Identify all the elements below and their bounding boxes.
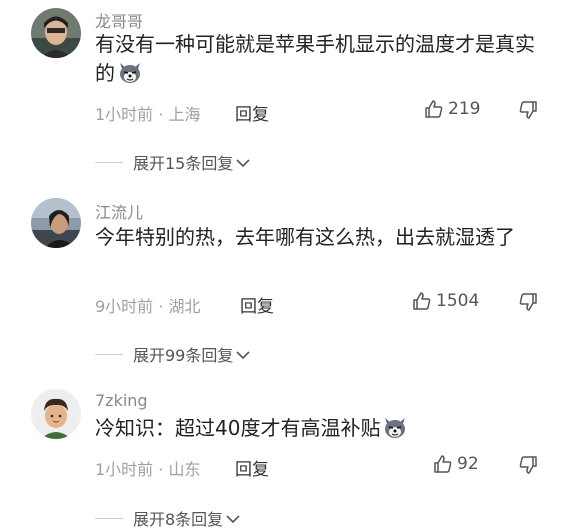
divider-line — [95, 517, 123, 519]
avatar[interactable] — [31, 389, 81, 439]
comment-text-body: 今年特别的热，去年哪有这么热，出去就湿透了 — [95, 225, 515, 249]
chevron-down-icon — [226, 509, 240, 528]
comment-meta: 1小时前 · 上海 — [95, 105, 201, 124]
expand-replies-button[interactable]: 展开15条回复 — [95, 150, 250, 174]
avatar[interactable] — [31, 8, 81, 58]
dislike-button[interactable] — [518, 100, 538, 120]
expand-replies-button[interactable]: 展开99条回复 — [95, 342, 250, 366]
dislike-button[interactable] — [518, 455, 538, 475]
like-button[interactable]: 1504 — [412, 291, 479, 311]
avatar[interactable] — [31, 198, 81, 248]
reply-button[interactable]: 回复 — [240, 292, 274, 317]
like-button[interactable]: 219 — [424, 99, 480, 119]
thumbs-up-icon — [424, 99, 444, 119]
dog-emoji-icon — [382, 414, 408, 440]
thumbs-up-icon — [412, 291, 432, 311]
like-count: 1504 — [436, 291, 480, 311]
divider-line — [95, 161, 123, 163]
like-count: 219 — [448, 99, 481, 119]
chevron-down-icon — [236, 345, 250, 364]
expand-replies-label: 展开15条回复 — [133, 154, 234, 173]
username[interactable]: 江流儿 — [95, 199, 143, 223]
like-button[interactable]: 92 — [433, 454, 479, 474]
username[interactable]: 7zking — [95, 391, 148, 410]
like-count: 92 — [457, 454, 479, 474]
expand-replies-button[interactable]: 展开8条回复 — [95, 506, 240, 530]
reply-button[interactable]: 回复 — [235, 100, 269, 125]
comment-meta: 1小时前 · 山东 — [95, 460, 201, 479]
comment-text: 今年特别的热，去年哪有这么热，出去就湿透了 — [95, 223, 540, 252]
comment-text: 有没有一种可能就是苹果手机显示的温度才是真实的 — [95, 30, 540, 88]
username[interactable]: 龙哥哥 — [95, 8, 143, 32]
reply-button[interactable]: 回复 — [235, 455, 269, 480]
thumbs-up-icon — [433, 454, 453, 474]
comment-text-body: 有没有一种可能就是苹果手机显示的温度才是真实的 — [95, 32, 535, 85]
thumbs-down-icon — [518, 455, 538, 475]
expand-replies-label: 展开8条回复 — [133, 510, 224, 529]
thumbs-down-icon — [518, 292, 538, 312]
chevron-down-icon — [236, 153, 250, 172]
comment-text-body: 冷知识：超过40度才有高温补贴 — [95, 416, 381, 440]
divider-line — [95, 353, 123, 355]
thumbs-down-icon — [518, 100, 538, 120]
dislike-button[interactable] — [518, 292, 538, 312]
comment-text: 冷知识：超过40度才有高温补贴 — [95, 414, 540, 443]
expand-replies-label: 展开99条回复 — [133, 346, 234, 365]
dog-emoji-icon — [117, 59, 143, 85]
comment-meta: 9小时前 · 湖北 — [95, 297, 201, 316]
